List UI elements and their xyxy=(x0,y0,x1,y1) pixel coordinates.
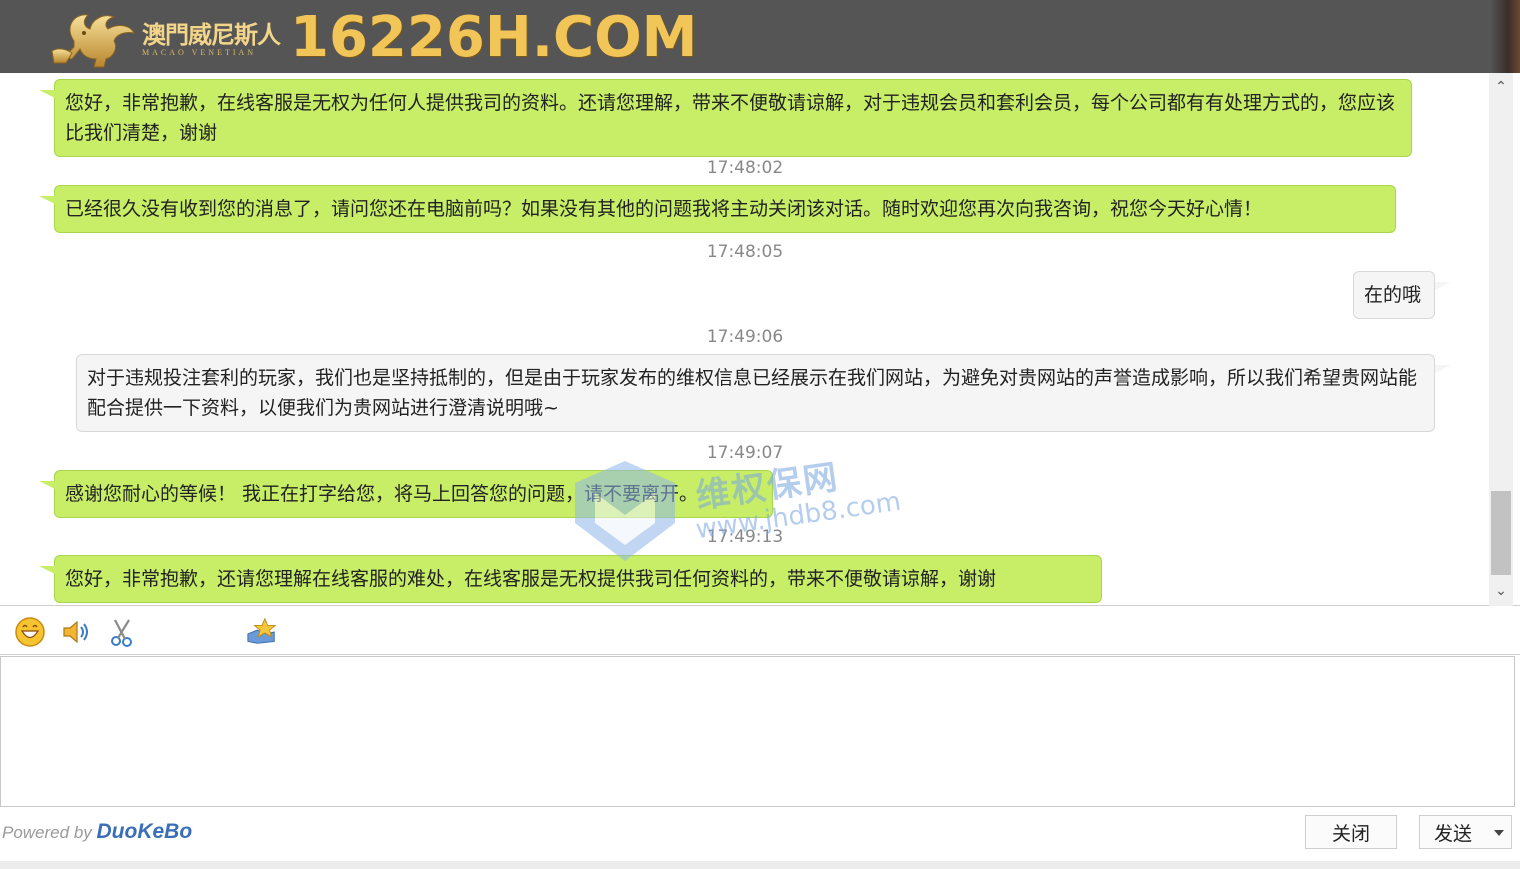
rate-service-button[interactable] xyxy=(246,616,278,648)
message-timestamp: 17:49:07 xyxy=(706,443,784,463)
message-timestamp: 17:48:02 xyxy=(706,158,784,178)
send-button-label: 发送 xyxy=(1434,822,1473,845)
powered-by-brand-link[interactable]: DuoKeBo xyxy=(97,820,193,843)
brand-logo: 澳門威尼斯人 MACAO VENETIAN 16226H.COM xyxy=(44,6,697,70)
chat-footer: Powered by DuoKeBo 关闭 发送 xyxy=(0,808,1520,869)
user-message: 在的哦 xyxy=(1353,271,1452,319)
message-timestamp: 17:49:06 xyxy=(706,327,784,347)
sound-button[interactable] xyxy=(60,616,92,648)
user-message: 对于违规投注套利的玩家，我们也是坚持抵制的，但是由于玩家发布的维权信息已经展示在… xyxy=(76,354,1452,432)
chat-scrollbar[interactable]: ⌃ ⌄ xyxy=(1489,73,1513,606)
message-text: 您好，非常抱歉，还请您理解在线客服的难处，在线客服是无权提供我司任何资料的，带来… xyxy=(65,568,997,590)
sound-icon xyxy=(63,620,88,644)
message-text: 在的哦 xyxy=(1364,284,1422,306)
rate-star-icon xyxy=(247,617,277,644)
chat-toolbar xyxy=(0,607,1520,655)
screenshot-scissors-icon xyxy=(111,619,132,647)
powered-by-label: Powered by xyxy=(2,823,92,842)
agent-message: 您好，非常抱歉，还请您理解在线客服的难处，在线客服是无权提供我司任何资料的，带来… xyxy=(39,555,1102,603)
emoji-button[interactable] xyxy=(14,616,46,648)
header-decoration xyxy=(1490,0,1520,73)
message-text: 您好，非常抱歉，在线客服是无权为任何人提供我司的资料。还请您理解，带来不便敬请谅… xyxy=(65,92,1396,144)
agent-message: 您好，非常抱歉，在线客服是无权为任何人提供我司的资料。还请您理解，带来不便敬请谅… xyxy=(39,79,1412,157)
agent-message: 已经很久没有收到您的消息了，请问您还在电脑前吗？如果没有其他的问题我将主动关闭该… xyxy=(39,185,1396,233)
message-input[interactable] xyxy=(1,657,1514,806)
header-banner: 澳門威尼斯人 MACAO VENETIAN 16226H.COM xyxy=(0,0,1520,73)
screenshot-button[interactable] xyxy=(107,616,139,648)
agent-message: 感谢您耐心的等候！ 我正在打字给您，将马上回答您的问题，请不要离开。 xyxy=(39,470,773,518)
brand-name-block: 澳門威尼斯人 MACAO VENETIAN xyxy=(142,20,281,58)
message-timestamp: 17:48:05 xyxy=(706,242,784,262)
brand-name-cn: 澳門威尼斯人 xyxy=(142,20,281,49)
window-bottom-edge xyxy=(0,861,1520,869)
scrollbar-thumb[interactable] xyxy=(1491,491,1511,575)
message-timestamp: 17:49:13 xyxy=(706,527,784,547)
message-input-box[interactable] xyxy=(0,656,1515,807)
message-text: 对于违规投注套利的玩家，我们也是坚持抵制的，但是由于玩家发布的维权信息已经展示在… xyxy=(87,367,1418,419)
close-button[interactable]: 关闭 xyxy=(1305,815,1397,849)
brand-domain: 16226H.COM xyxy=(290,5,698,70)
scroll-down-arrow-icon[interactable]: ⌄ xyxy=(1489,579,1513,603)
chat-message-list[interactable]: 您好，非常抱歉，在线客服是无权为任何人提供我司的资料。还请您理解，带来不便敬请谅… xyxy=(0,73,1520,606)
powered-by: Powered by DuoKeBo xyxy=(2,820,192,844)
send-button[interactable]: 发送 xyxy=(1419,815,1512,849)
send-options-dropdown-icon[interactable] xyxy=(1494,830,1504,836)
winged-lion-logo-icon xyxy=(51,14,135,68)
message-text: 已经很久没有收到您的消息了，请问您还在电脑前吗？如果没有其他的问题我将主动关闭该… xyxy=(65,198,1263,220)
brand-name-en: MACAO VENETIAN xyxy=(142,48,257,57)
message-text: 感谢您耐心的等候！ 我正在打字给您，将马上回答您的问题，请不要离开。 xyxy=(65,483,699,505)
emoji-icon xyxy=(15,617,45,647)
scroll-up-arrow-icon[interactable]: ⌃ xyxy=(1489,75,1513,99)
